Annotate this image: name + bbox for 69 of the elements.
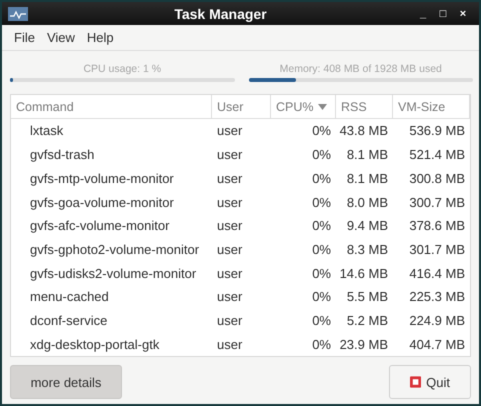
table-cell-text: gvfs-goa-volume-monitor xyxy=(29,194,175,212)
table-cell-text: 8.0 MB xyxy=(346,194,389,212)
table-cell-text: user xyxy=(216,288,244,306)
table-cell-text: user xyxy=(216,122,244,140)
close-button[interactable]: × xyxy=(453,8,473,20)
table-cell-text: 225.3 MB xyxy=(408,288,466,306)
table-cell-text: 301.7 MB xyxy=(408,240,466,259)
exit-icon xyxy=(410,376,422,388)
column-header[interactable]: VM-Size xyxy=(393,95,470,120)
table-cell-text: 9.4 MB xyxy=(346,217,389,236)
table-cell-text: 8.1 MB xyxy=(346,146,389,164)
table-cell-text: 300.7 MB xyxy=(408,194,466,212)
table-cell-text: 14.6 MB xyxy=(338,264,389,283)
column-header[interactable]: CPU% xyxy=(271,95,336,120)
quit-button[interactable]: Quit xyxy=(389,365,471,399)
column-header[interactable]: RSS xyxy=(336,95,393,120)
table-cell-text: 0% xyxy=(311,288,332,306)
table-cell-text: user xyxy=(216,312,244,330)
table-cell-text: 0% xyxy=(311,240,332,259)
table-cell-text: 0% xyxy=(311,312,332,330)
table-cell-text: 5.2 MB xyxy=(346,312,389,330)
meter-label: Memory: 408 MB of 1928 MB used xyxy=(280,63,442,76)
table-cell-text: 521.4 MB xyxy=(408,146,466,164)
table-cell-text: 8.1 MB xyxy=(346,170,389,188)
app-icon xyxy=(8,6,28,21)
table-cell-text: 404.7 MB xyxy=(408,336,466,354)
table-cell-text: user xyxy=(216,146,244,164)
table-cell-text: 416.4 MB xyxy=(408,264,466,283)
table-cell-text: 8.3 MB xyxy=(346,240,389,259)
table-cell-text: 23.9 MB xyxy=(338,336,389,354)
sort-down-icon xyxy=(318,104,327,110)
table-cell-text: gvfs-afc-volume-monitor xyxy=(29,217,170,236)
table-cell-text: lxtask xyxy=(29,122,64,140)
table-cell-text: user xyxy=(216,217,244,236)
table-cell-text: xdg-desktop-portal-gtk xyxy=(29,336,160,354)
menu-item[interactable]: View xyxy=(40,30,81,46)
table-cell-text: 0% xyxy=(311,122,332,140)
table-cell-text: 378.6 MB xyxy=(408,217,466,236)
menu-item[interactable]: Help xyxy=(80,30,120,46)
table-cell-text: 300.8 MB xyxy=(408,170,466,188)
table-cell-text: user xyxy=(216,170,244,188)
table-cell-text: user xyxy=(216,240,244,259)
column-header[interactable]: Command xyxy=(11,95,212,120)
table-cell-text: dconf-service xyxy=(29,312,108,330)
table-cell-text: 224.9 MB xyxy=(408,312,466,330)
window-title: Task Manager xyxy=(173,6,268,22)
table-cell-text: 0% xyxy=(311,336,332,354)
table-cell-text: 0% xyxy=(311,194,332,212)
table-cell-text: user xyxy=(216,194,244,212)
table-cell-text: 536.9 MB xyxy=(408,122,466,140)
table-cell-text: user xyxy=(216,336,244,354)
table-cell-text: gvfsd-trash xyxy=(29,146,96,164)
table-cell-text: menu-cached xyxy=(29,288,110,306)
table-cell-text: 0% xyxy=(311,146,332,164)
column-header[interactable]: User xyxy=(212,95,271,120)
table-cell-text: user xyxy=(216,264,244,283)
meter-label: CPU usage: 1 % xyxy=(83,63,162,76)
menu-item[interactable]: File xyxy=(8,30,41,46)
table-cell-text: 5.5 MB xyxy=(346,288,389,306)
table-cell-text: 0% xyxy=(311,217,332,236)
table-cell-text: gvfs-udisks2-volume-monitor xyxy=(29,264,198,283)
table-cell-text: 0% xyxy=(311,170,332,188)
minimize-button[interactable]: _ xyxy=(413,8,433,20)
table-cell-text: gvfs-gphoto2-volume-monitor xyxy=(29,240,200,259)
details-button[interactable]: more details xyxy=(10,365,122,399)
table-cell-text: gvfs-mtp-volume-monitor xyxy=(29,170,175,188)
maximize-button[interactable]: □ xyxy=(433,8,453,20)
table-cell-text: 43.8 MB xyxy=(338,122,389,140)
table-cell-text: 0% xyxy=(311,264,332,283)
